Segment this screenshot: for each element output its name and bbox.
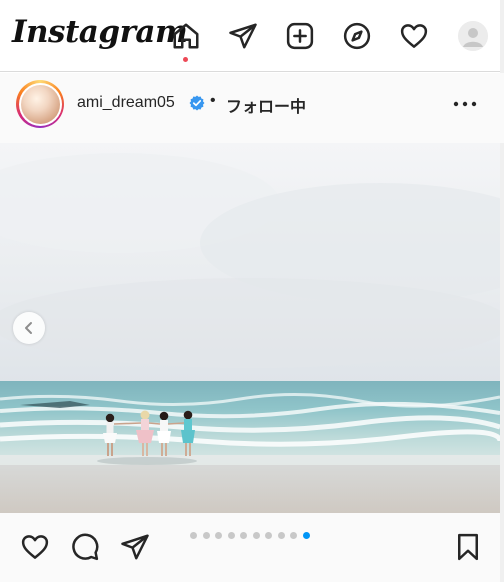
carousel-dot — [265, 532, 272, 539]
post-header: ami_dream05 • フォロー中 — [0, 73, 504, 143]
new-post-icon[interactable] — [282, 18, 318, 54]
carousel-dot — [215, 532, 222, 539]
activity-heart-icon[interactable] — [396, 18, 432, 54]
home-icon[interactable] — [168, 18, 204, 62]
explore-icon[interactable] — [339, 18, 375, 54]
share-icon[interactable] — [120, 532, 150, 562]
carousel-dot — [240, 532, 247, 539]
post-actions-bar — [0, 513, 500, 582]
carousel-previous-button[interactable] — [13, 312, 45, 344]
nav-icons — [168, 18, 453, 62]
post-author-avatar — [20, 84, 60, 124]
like-heart-icon[interactable] — [20, 532, 50, 562]
save-bookmark-icon[interactable] — [453, 532, 483, 562]
instagram-logo[interactable]: Instagram — [12, 14, 188, 50]
comment-icon[interactable] — [70, 532, 100, 562]
following-button[interactable]: フォロー中 — [226, 93, 306, 117]
direct-message-icon[interactable] — [225, 18, 261, 54]
story-ring[interactable] — [16, 80, 64, 128]
carousel-dot — [277, 532, 285, 539]
profile-avatar-icon[interactable] — [458, 21, 488, 51]
carousel-dot — [290, 532, 297, 539]
verified-badge-icon — [189, 95, 205, 111]
carousel-indicator — [190, 532, 315, 539]
carousel-dot — [252, 532, 260, 539]
carousel-dot — [227, 532, 235, 539]
post-photo[interactable] — [0, 143, 500, 513]
separator-dot: • — [210, 92, 216, 109]
chevron-left-icon — [25, 322, 32, 334]
home-notification-dot — [183, 57, 188, 62]
beach-photo-image — [0, 143, 500, 513]
post-username[interactable]: ami_dream05 — [77, 94, 175, 112]
carousel-dot-active — [302, 532, 310, 539]
carousel-dot — [190, 532, 197, 539]
more-options-icon[interactable] — [452, 97, 478, 111]
carousel-dot — [202, 532, 210, 539]
top-navigation: Instagram — [0, 0, 504, 72]
